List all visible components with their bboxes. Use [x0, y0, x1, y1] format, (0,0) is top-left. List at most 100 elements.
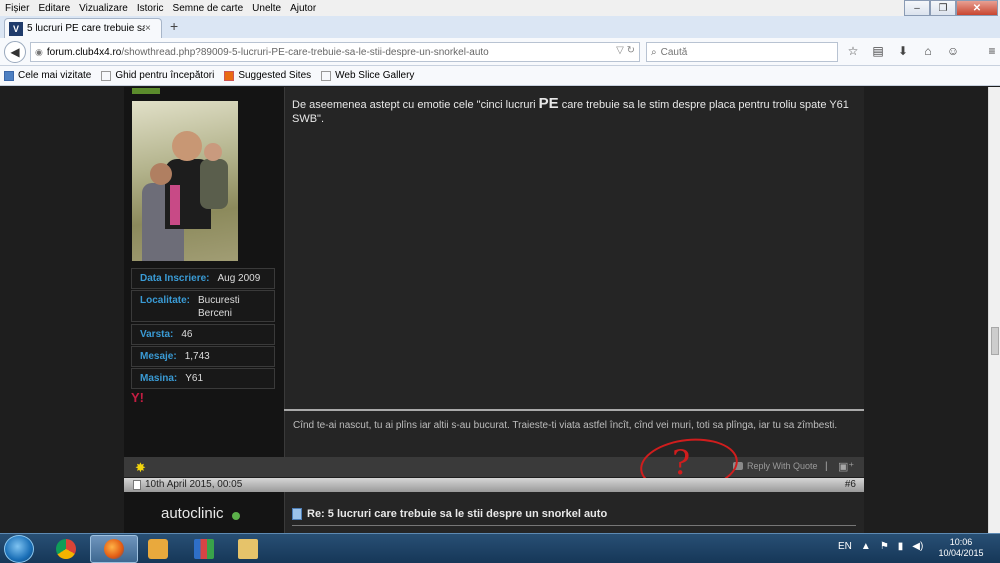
- window-controls: – ❐ ✕: [904, 0, 998, 16]
- firefox-icon: [104, 539, 124, 559]
- folder-icon: [238, 539, 258, 559]
- search-bar[interactable]: ⌕: [646, 42, 838, 62]
- tab-close-icon[interactable]: ×: [145, 23, 151, 34]
- menu-tools[interactable]: Unelte: [247, 3, 285, 14]
- post2-title: Re: 5 lucruri care trebuie sa le stii de…: [292, 508, 607, 520]
- multi-quote-icon[interactable]: ▣⁺: [838, 460, 854, 473]
- home-icon[interactable]: ⌂: [920, 44, 936, 58]
- bookmark-label: Ghid pentru începători: [115, 70, 215, 81]
- post1-text: De aseemenea astept cu emotie cele "cinc…: [292, 99, 539, 111]
- search-icon: ⌕: [651, 46, 657, 58]
- chrome-icon: [56, 539, 76, 559]
- chart-app-icon: [194, 539, 214, 559]
- url-text: forum.club4x4.ro/showthread.php?89009-5-…: [47, 47, 489, 58]
- document-icon: [292, 508, 302, 520]
- info-value: 46: [181, 329, 193, 340]
- download-icon[interactable]: ⬇: [895, 44, 911, 58]
- tab-active[interactable]: V 5 lucruri PE care trebuie sa ... ×: [4, 18, 162, 38]
- info-value: 1,743: [184, 351, 210, 362]
- user-info-car: Masina: Y61: [131, 368, 275, 389]
- outlook-icon: [148, 539, 168, 559]
- close-window-button[interactable]: ✕: [956, 0, 998, 16]
- reload-icon[interactable]: ▽ ↻: [616, 45, 635, 56]
- bookmark-icon: [4, 70, 14, 81]
- nav-bar: ◀ ◉ forum.club4x4.ro/showthread.php?8900…: [0, 38, 1000, 66]
- taskbar-firefox[interactable]: [90, 535, 138, 563]
- language-indicator[interactable]: EN: [838, 541, 852, 552]
- clock-time: 10:06: [949, 537, 973, 547]
- reply-with-quote-button[interactable]: Reply With Quote: [733, 461, 818, 471]
- post1-text-emphasis: PE: [538, 95, 559, 112]
- menu-edit[interactable]: Editare: [33, 3, 74, 14]
- user-info-joined: Data Inscriere: Aug 2009: [131, 268, 275, 289]
- menu-file[interactable]: Fișier: [0, 3, 33, 14]
- bookmark-label: Web Slice Gallery: [335, 70, 415, 81]
- start-button[interactable]: [4, 535, 34, 563]
- taskbar-explorer[interactable]: [224, 535, 272, 563]
- menu-history[interactable]: Istoric: [132, 3, 168, 14]
- tab-bar: V 5 lucruri PE care trebuie sa ... × +: [0, 16, 1000, 38]
- post2-title-text: Re: 5 lucruri care trebuie sa le stii de…: [307, 508, 608, 520]
- network-icon[interactable]: ▮: [898, 541, 904, 552]
- annotation-question-mark: ?: [672, 443, 691, 483]
- reputation-bar: [132, 88, 160, 94]
- tab-title: 5 lucruri PE care trebuie sa ...: [27, 23, 145, 34]
- page-icon: [321, 70, 332, 81]
- post2-title-divider: [292, 525, 856, 526]
- reply-with-quote-label: Reply With Quote: [747, 461, 818, 471]
- new-tab-button[interactable]: +: [170, 18, 178, 34]
- menu-view[interactable]: Vizualizare: [74, 3, 132, 14]
- star-icon[interactable]: ✸: [135, 460, 146, 476]
- action-center-icon[interactable]: ⚑: [880, 541, 889, 552]
- user-avatar[interactable]: [132, 101, 238, 261]
- user-info-location: Localitate: Bucuresti Berceni: [131, 290, 275, 322]
- page-icon: [101, 70, 112, 81]
- post1-signature: Cînd te-ai nascut, tu ai plîns iar altii…: [284, 411, 864, 457]
- system-tray: EN ▲ ⚑ ▮ ◀): [838, 541, 923, 552]
- menu-hamburger-icon[interactable]: ≡: [984, 44, 1000, 58]
- taskbar-outlook[interactable]: [134, 535, 182, 563]
- bookmark-suggested-sites[interactable]: Suggested Sites: [224, 70, 311, 81]
- globe-icon: ◉: [35, 46, 43, 57]
- tray-expand-icon[interactable]: ▲: [861, 541, 871, 552]
- taskbar-chrome[interactable]: [42, 535, 90, 563]
- search-input[interactable]: [660, 46, 821, 58]
- taskbar-clock[interactable]: 10:06 10/04/2015: [936, 537, 986, 559]
- info-label: Varsta:: [140, 329, 174, 340]
- online-status-icon: [232, 512, 240, 520]
- footer-separator: |: [825, 461, 828, 472]
- info-label: Mesaje:: [140, 351, 177, 362]
- yahoo-messenger-icon[interactable]: Y!: [131, 390, 145, 406]
- info-label: Localitate:: [140, 295, 191, 306]
- reading-list-icon[interactable]: ▤: [870, 44, 886, 58]
- menu-bookmarks[interactable]: Semne de carte: [168, 3, 248, 14]
- back-button[interactable]: ◀: [4, 41, 26, 63]
- menu-bar: Fișier Editare Vizualizare Istoric Semne…: [0, 0, 1000, 16]
- site-favicon-icon: V: [9, 21, 23, 36]
- bookmark-most-visited[interactable]: Cele mai vizitate: [4, 70, 91, 81]
- post1-body: [284, 87, 864, 409]
- post2-header-bar: 10th April 2015, 00:05 #6: [124, 478, 864, 492]
- bookmarks-bar: Cele mai vizitate Ghid pentru începători…: [0, 66, 1000, 86]
- volume-icon[interactable]: ◀): [912, 541, 923, 552]
- bookmark-star-icon[interactable]: ☆: [845, 44, 861, 58]
- info-label: Masina:: [140, 373, 178, 384]
- back-arrow-icon: ◀: [10, 45, 20, 59]
- vertical-scrollbar[interactable]: [988, 87, 1000, 533]
- bookmark-web-slice-gallery[interactable]: Web Slice Gallery: [321, 70, 414, 81]
- scrollbar-thumb[interactable]: [991, 327, 999, 355]
- clock-date: 10/04/2015: [938, 548, 984, 558]
- chat-icon[interactable]: ☺: [945, 44, 961, 58]
- post1-message: De aseemenea astept cu emotie cele "cinc…: [292, 95, 860, 126]
- maximize-button[interactable]: ❐: [930, 0, 956, 16]
- bookmark-getting-started[interactable]: Ghid pentru începători: [101, 70, 214, 81]
- minimize-button[interactable]: –: [904, 0, 930, 16]
- menu-help[interactable]: Ajutor: [285, 3, 320, 14]
- taskbar-chart-app[interactable]: [180, 535, 228, 563]
- user-info-posts: Mesaje: 1,743: [131, 346, 275, 367]
- post2-username[interactable]: autoclinic: [161, 505, 224, 522]
- post2-number[interactable]: #6: [845, 479, 856, 490]
- toolbar-icons: ☆ ▤ ⬇ ⌂ ☺ ≡: [845, 44, 1000, 58]
- bookmark-label: Suggested Sites: [238, 70, 312, 81]
- url-bar[interactable]: ◉ forum.club4x4.ro/showthread.php?89009-…: [30, 42, 640, 62]
